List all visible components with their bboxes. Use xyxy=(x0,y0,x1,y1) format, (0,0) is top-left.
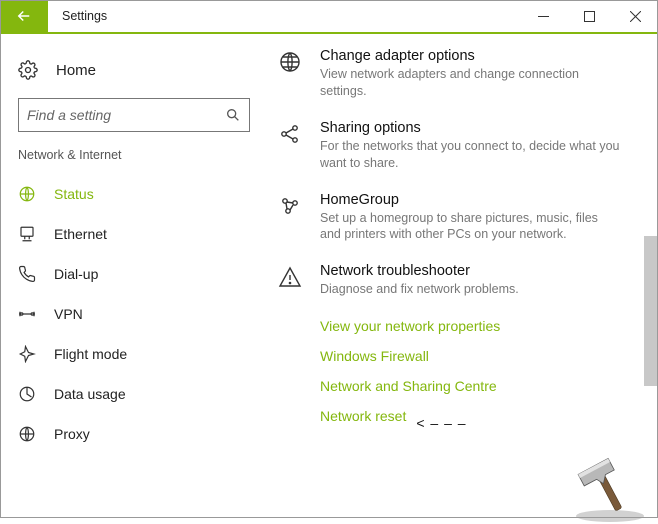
status-icon xyxy=(18,185,36,203)
close-icon xyxy=(630,11,641,22)
option-title: Change adapter options xyxy=(320,48,620,64)
datausage-icon xyxy=(18,385,36,403)
nav-item-vpn[interactable]: VPN xyxy=(0,294,268,334)
option-desc: View network adapters and change connect… xyxy=(320,66,620,100)
search-input[interactable] xyxy=(27,107,225,123)
nav-item-flightmode[interactable]: Flight mode xyxy=(0,334,268,374)
link-windows-firewall[interactable]: Windows Firewall xyxy=(320,348,638,364)
link-network-sharing-centre[interactable]: Network and Sharing Centre xyxy=(320,378,638,394)
search-box[interactable] xyxy=(18,98,250,132)
nav-item-ethernet[interactable]: Ethernet xyxy=(0,214,268,254)
home-button[interactable]: Home xyxy=(0,56,268,98)
homegroup-icon xyxy=(278,194,302,218)
minimize-button[interactable] xyxy=(520,0,566,32)
nav-label: Data usage xyxy=(54,386,126,402)
annotation-arrow: < – – – xyxy=(416,415,466,431)
link-network-properties[interactable]: View your network properties xyxy=(320,318,638,334)
nav-label: VPN xyxy=(54,306,83,322)
search-icon xyxy=(225,107,241,123)
sidebar: Home Network & Internet Status Ethernet … xyxy=(0,34,268,518)
dialup-icon xyxy=(18,265,36,283)
content-pane: Change adapter options View network adap… xyxy=(268,34,658,518)
nav-label: Proxy xyxy=(54,426,90,442)
nav-item-datausage[interactable]: Data usage xyxy=(0,374,268,414)
scrollbar-thumb[interactable] xyxy=(644,236,658,386)
arrow-left-icon xyxy=(15,7,33,25)
close-button[interactable] xyxy=(612,0,658,32)
maximize-icon xyxy=(584,11,595,22)
scrollbar[interactable] xyxy=(644,106,658,518)
airplane-icon xyxy=(18,345,36,363)
share-icon xyxy=(278,122,302,146)
proxy-icon xyxy=(18,425,36,443)
nav-item-dialup[interactable]: Dial-up xyxy=(0,254,268,294)
back-button[interactable] xyxy=(0,0,48,32)
link-network-reset[interactable]: Network reset xyxy=(320,408,406,424)
option-title: Sharing options xyxy=(320,120,620,136)
option-desc: For the networks that you connect to, de… xyxy=(320,138,620,172)
nav-label: Dial-up xyxy=(54,266,98,282)
nav-label: Flight mode xyxy=(54,346,127,362)
nav-label: Ethernet xyxy=(54,226,107,242)
section-label: Network & Internet xyxy=(0,148,268,174)
nav-label: Status xyxy=(54,186,94,202)
gear-icon xyxy=(18,60,38,80)
nav-item-status[interactable]: Status xyxy=(0,174,268,214)
titlebar: Settings xyxy=(0,0,658,32)
option-sharing[interactable]: Sharing options For the networks that yo… xyxy=(276,120,638,172)
option-homegroup[interactable]: HomeGroup Set up a homegroup to share pi… xyxy=(276,192,638,244)
maximize-button[interactable] xyxy=(566,0,612,32)
warning-icon xyxy=(278,265,302,289)
nav-item-proxy[interactable]: Proxy xyxy=(0,414,268,454)
globe-icon xyxy=(278,50,302,74)
option-title: HomeGroup xyxy=(320,192,620,208)
minimize-icon xyxy=(538,11,549,22)
option-title: Network troubleshooter xyxy=(320,263,519,279)
ethernet-icon xyxy=(18,225,36,243)
option-desc: Set up a homegroup to share pictures, mu… xyxy=(320,210,620,244)
option-troubleshooter[interactable]: Network troubleshooter Diagnose and fix … xyxy=(276,263,638,298)
vpn-icon xyxy=(18,305,36,323)
option-change-adapter[interactable]: Change adapter options View network adap… xyxy=(276,48,638,100)
home-label: Home xyxy=(56,62,96,79)
window-title: Settings xyxy=(48,0,121,32)
option-desc: Diagnose and fix network problems. xyxy=(320,281,519,298)
